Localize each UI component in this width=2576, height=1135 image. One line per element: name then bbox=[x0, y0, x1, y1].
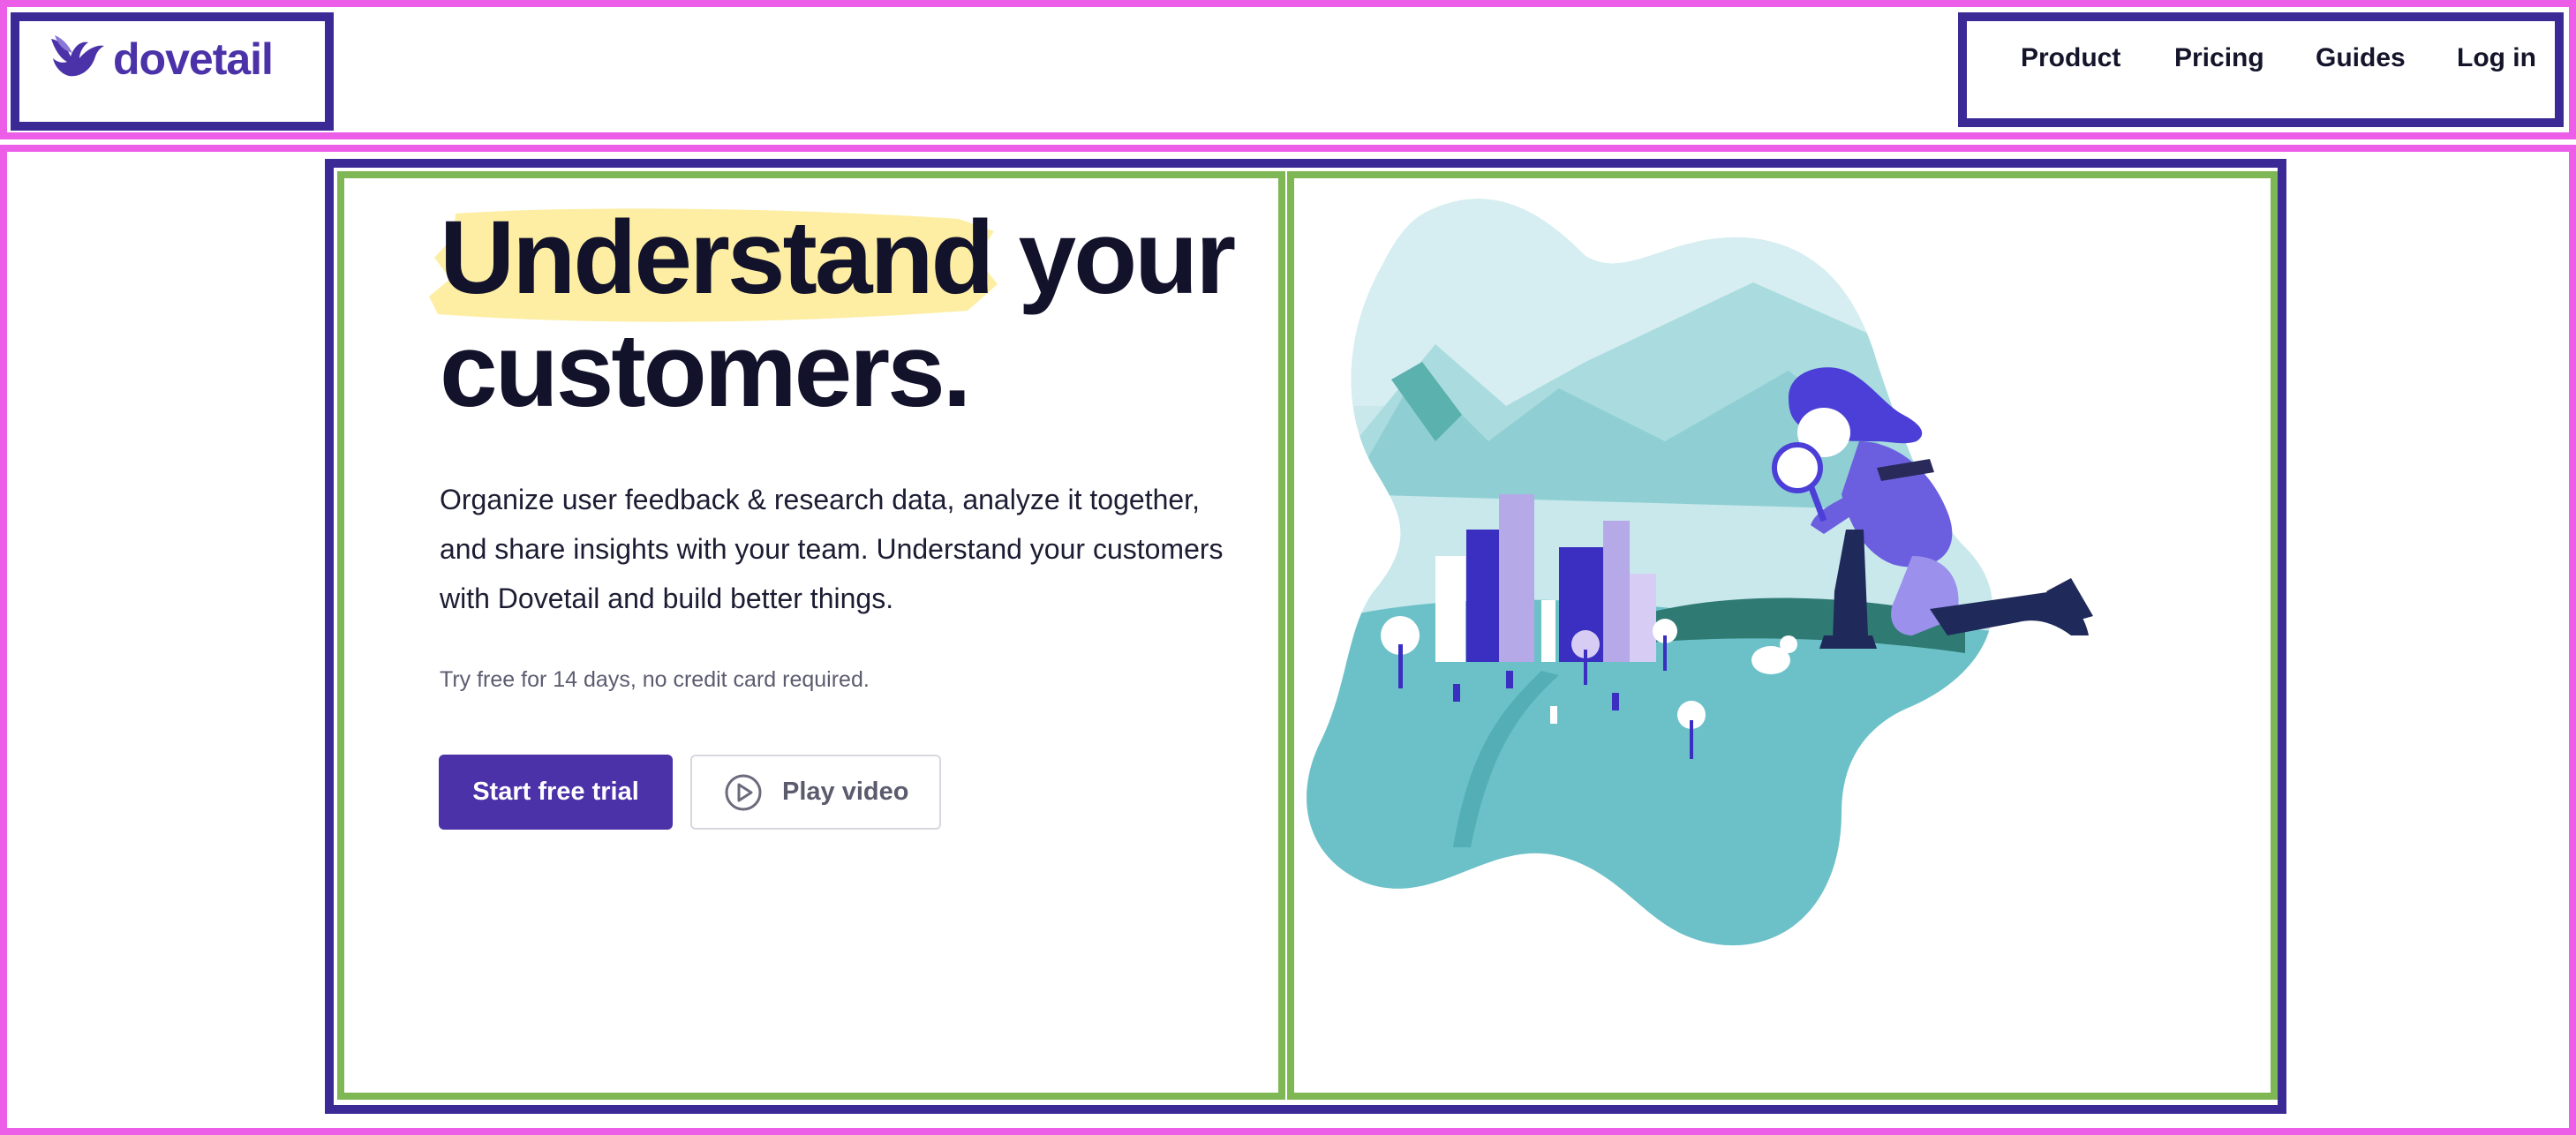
play-circle-icon bbox=[724, 773, 763, 812]
play-video-label: Play video bbox=[782, 778, 909, 806]
headline-line-2: customers. bbox=[440, 312, 972, 429]
nav-item-guides[interactable]: Guides bbox=[2316, 43, 2406, 73]
brand-name: dovetail bbox=[113, 34, 274, 84]
nav-item-pricing[interactable]: Pricing bbox=[2174, 43, 2264, 73]
hero-lead-text: Organize user feedback & research data, … bbox=[440, 484, 1224, 614]
detective-illustration bbox=[1307, 199, 2093, 946]
start-free-trial-button[interactable]: Start free trial bbox=[439, 755, 673, 830]
headline-line-1-rest: your bbox=[1018, 199, 1236, 316]
headline-highlight-word: Understand bbox=[440, 199, 995, 316]
dove-bird-icon bbox=[48, 32, 106, 86]
trial-note: Try free for 14 days, no credit card req… bbox=[440, 667, 870, 692]
scene-blob bbox=[1307, 199, 1993, 946]
nav-item-login[interactable]: Log in bbox=[2457, 43, 2536, 73]
brand-logo-link[interactable]: dovetail bbox=[48, 32, 274, 86]
hero-headline: Understand your customers. bbox=[440, 199, 1236, 429]
play-video-button[interactable]: Play video bbox=[690, 755, 941, 830]
nav-item-product[interactable]: Product bbox=[2021, 43, 2120, 73]
